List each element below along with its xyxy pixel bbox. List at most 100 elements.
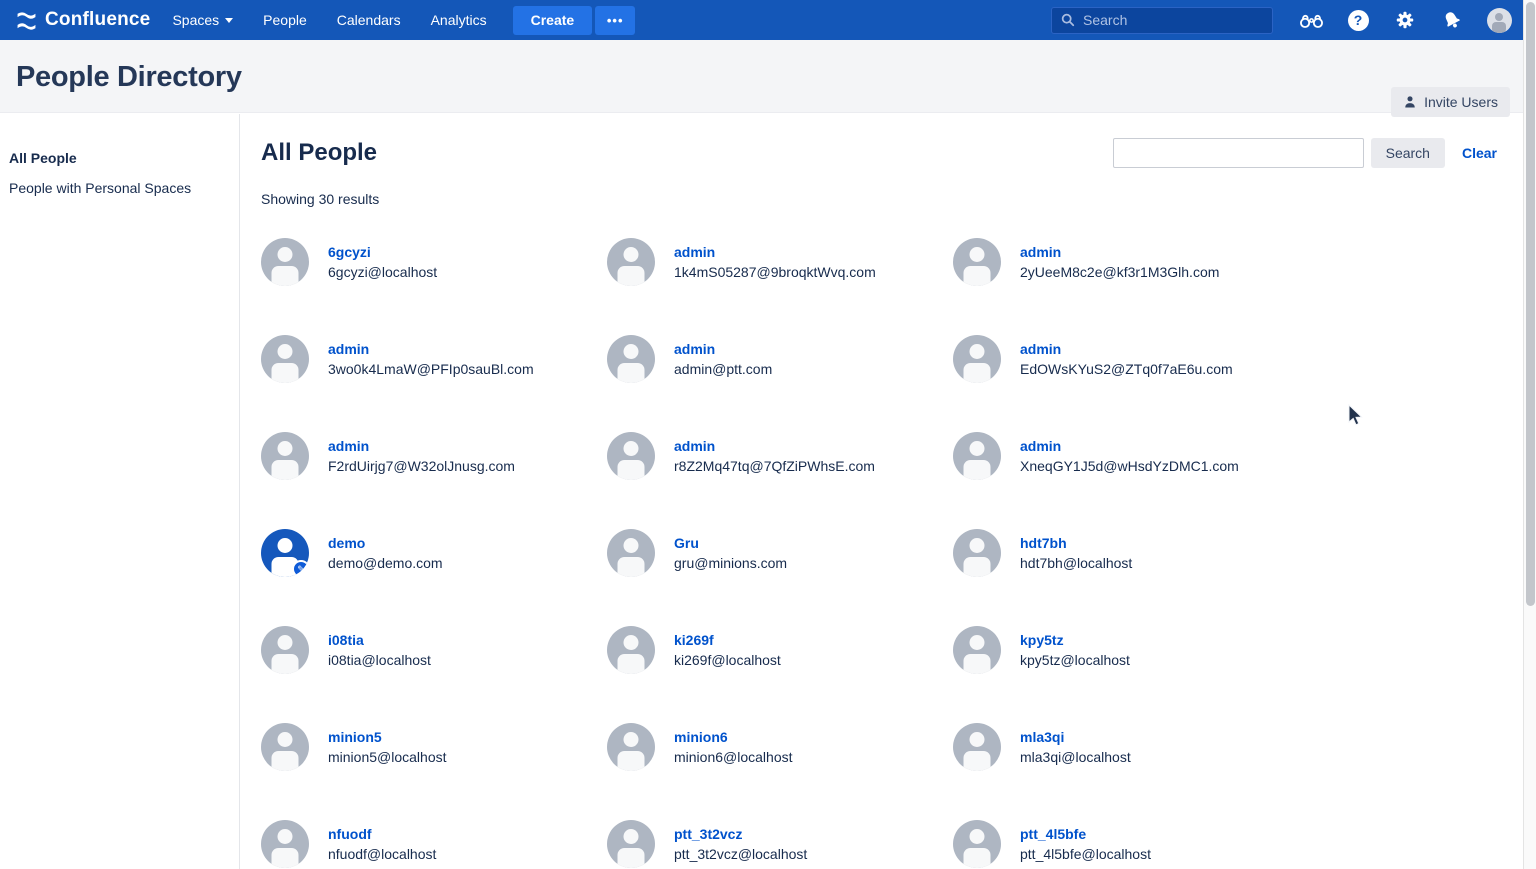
navbar-search-input[interactable] (1083, 12, 1253, 28)
notifications-bell-icon[interactable] (1439, 7, 1465, 33)
user-avatar-icon[interactable]: ✎ (953, 529, 1001, 577)
person-name-link[interactable]: minion6 (674, 727, 793, 747)
person-card: ✎ ki269f ki269f@localhost (607, 626, 953, 674)
user-avatar-icon[interactable]: ✎ (607, 432, 655, 480)
avatar-head (970, 247, 985, 262)
person-email: mla3qi@localhost (1020, 747, 1131, 768)
user-avatar-icon[interactable]: ✎ (953, 335, 1001, 383)
mouse-cursor (1347, 404, 1365, 428)
avatar-body (618, 848, 645, 869)
invite-users-button[interactable]: Invite Users (1391, 87, 1510, 117)
directory-search-row: Search Clear (1113, 138, 1497, 168)
person-info: admin XneqGY1J5d@wHsdYzDMC1.com (1020, 436, 1239, 477)
user-avatar-icon[interactable]: ✎ (607, 820, 655, 868)
avatar-head (624, 732, 639, 747)
nav-item-calendars[interactable]: Calendars (337, 12, 401, 28)
clear-link[interactable]: Clear (1462, 145, 1497, 161)
person-email: 6gcyzi@localhost (328, 262, 437, 283)
person-name-link[interactable]: demo (328, 533, 443, 553)
avatar-head (278, 344, 293, 359)
person-name-link[interactable]: i08tia (328, 630, 431, 650)
avatar-head (970, 441, 985, 456)
directory-search-input[interactable] (1113, 138, 1364, 168)
vertical-scrollbar[interactable] (1523, 0, 1536, 869)
person-email: minion6@localhost (674, 747, 793, 768)
person-name-link[interactable]: ki269f (674, 630, 781, 650)
person-name-link[interactable]: nfuodf (328, 824, 436, 844)
avatar-head (278, 829, 293, 844)
person-name-link[interactable]: admin (674, 339, 772, 359)
person-info: admin 3wo0k4LmaW@PFIp0sauBl.com (328, 339, 534, 380)
person-name-link[interactable]: Gru (674, 533, 787, 553)
person-email: minion5@localhost (328, 747, 447, 768)
person-card: ✎ ptt_4l5bfe ptt_4l5bfe@localhost (953, 820, 1299, 868)
person-icon (1403, 95, 1417, 109)
person-name-link[interactable]: admin (674, 242, 876, 262)
person-email: gru@minions.com (674, 553, 787, 574)
user-avatar-icon[interactable]: ✎ (607, 238, 655, 286)
avatar-head (278, 538, 293, 553)
user-avatar-icon[interactable]: ✎ (607, 529, 655, 577)
confluence-brand[interactable]: Confluence (16, 9, 150, 31)
person-card: ✎ admin 3wo0k4LmaW@PFIp0sauBl.com (261, 335, 607, 383)
user-avatar-icon[interactable]: ✎ (953, 820, 1001, 868)
user-avatar-icon[interactable]: ✎ (261, 723, 309, 771)
user-avatar-icon[interactable]: ✎ (953, 238, 1001, 286)
nav-item-analytics[interactable]: Analytics (431, 12, 487, 28)
scrollbar-thumb[interactable] (1526, 2, 1535, 606)
user-avatar-icon[interactable]: ✎ (607, 626, 655, 674)
profile-avatar-icon[interactable] (1486, 7, 1512, 33)
user-avatar-icon[interactable]: ✎ (953, 723, 1001, 771)
navbar-right (1051, 7, 1512, 34)
person-card: ✎ i08tia i08tia@localhost (261, 626, 607, 674)
user-avatar-icon[interactable]: ✎ (261, 335, 309, 383)
person-name-link[interactable]: ptt_4l5bfe (1020, 824, 1151, 844)
person-name-link[interactable]: ptt_3t2vcz (674, 824, 807, 844)
help-icon[interactable] (1345, 7, 1371, 33)
user-avatar-icon[interactable]: ✎ (607, 723, 655, 771)
person-card: ✎ admin admin@ptt.com (607, 335, 953, 383)
more-menu-button[interactable]: ••• (595, 6, 635, 35)
nav-item-spaces[interactable]: Spaces (172, 12, 233, 28)
person-name-link[interactable]: admin (328, 436, 515, 456)
person-name-link[interactable]: admin (674, 436, 875, 456)
avatar-body (272, 848, 299, 869)
user-avatar-icon[interactable]: ✎ (261, 820, 309, 868)
avatar-body (272, 460, 299, 481)
person-name-link[interactable]: admin (1020, 436, 1239, 456)
person-email: F2rdUirjg7@W32olJnusg.com (328, 456, 515, 477)
chevron-down-icon (225, 18, 233, 23)
user-avatar-icon[interactable]: ✎ (261, 238, 309, 286)
directory-search-button[interactable]: Search (1371, 138, 1445, 168)
person-info: admin EdOWsKYuS2@ZTq0f7aE6u.com (1020, 339, 1233, 380)
person-name-link[interactable]: kpy5tz (1020, 630, 1130, 650)
person-info: i08tia i08tia@localhost (328, 630, 431, 671)
sidebar-item-personal-spaces[interactable]: People with Personal Spaces (0, 173, 239, 203)
navbar-search-box[interactable] (1051, 7, 1273, 34)
user-avatar-icon[interactable]: ✎ (261, 529, 309, 577)
user-avatar-icon[interactable]: ✎ (953, 626, 1001, 674)
person-email: ptt_4l5bfe@localhost (1020, 844, 1151, 865)
user-avatar-icon[interactable]: ✎ (607, 335, 655, 383)
section-heading: All People (261, 139, 377, 167)
user-avatar-icon[interactable]: ✎ (261, 626, 309, 674)
binoculars-icon[interactable] (1298, 7, 1324, 33)
person-name-link[interactable]: 6gcyzi (328, 242, 437, 262)
person-card: ✎ admin 1k4mS05287@9broqktWvq.com (607, 238, 953, 286)
sidebar-item-all-people[interactable]: All People (0, 143, 239, 173)
user-avatar-icon[interactable]: ✎ (261, 432, 309, 480)
person-email: 3wo0k4LmaW@PFIp0sauBl.com (328, 359, 534, 380)
person-email: r8Z2Mq47tq@7QfZiPWhsE.com (674, 456, 875, 477)
nav-item-people[interactable]: People (263, 12, 307, 28)
person-name-link[interactable]: admin (1020, 242, 1219, 262)
person-name-link[interactable]: admin (1020, 339, 1233, 359)
user-avatar-icon[interactable]: ✎ (953, 432, 1001, 480)
person-name-link[interactable]: mla3qi (1020, 727, 1131, 747)
person-info: admin F2rdUirjg7@W32olJnusg.com (328, 436, 515, 477)
avatar-head (624, 247, 639, 262)
create-button[interactable]: Create (513, 6, 593, 35)
person-name-link[interactable]: minion5 (328, 727, 447, 747)
person-name-link[interactable]: admin (328, 339, 534, 359)
person-name-link[interactable]: hdt7bh (1020, 533, 1132, 553)
settings-gear-icon[interactable] (1392, 7, 1418, 33)
